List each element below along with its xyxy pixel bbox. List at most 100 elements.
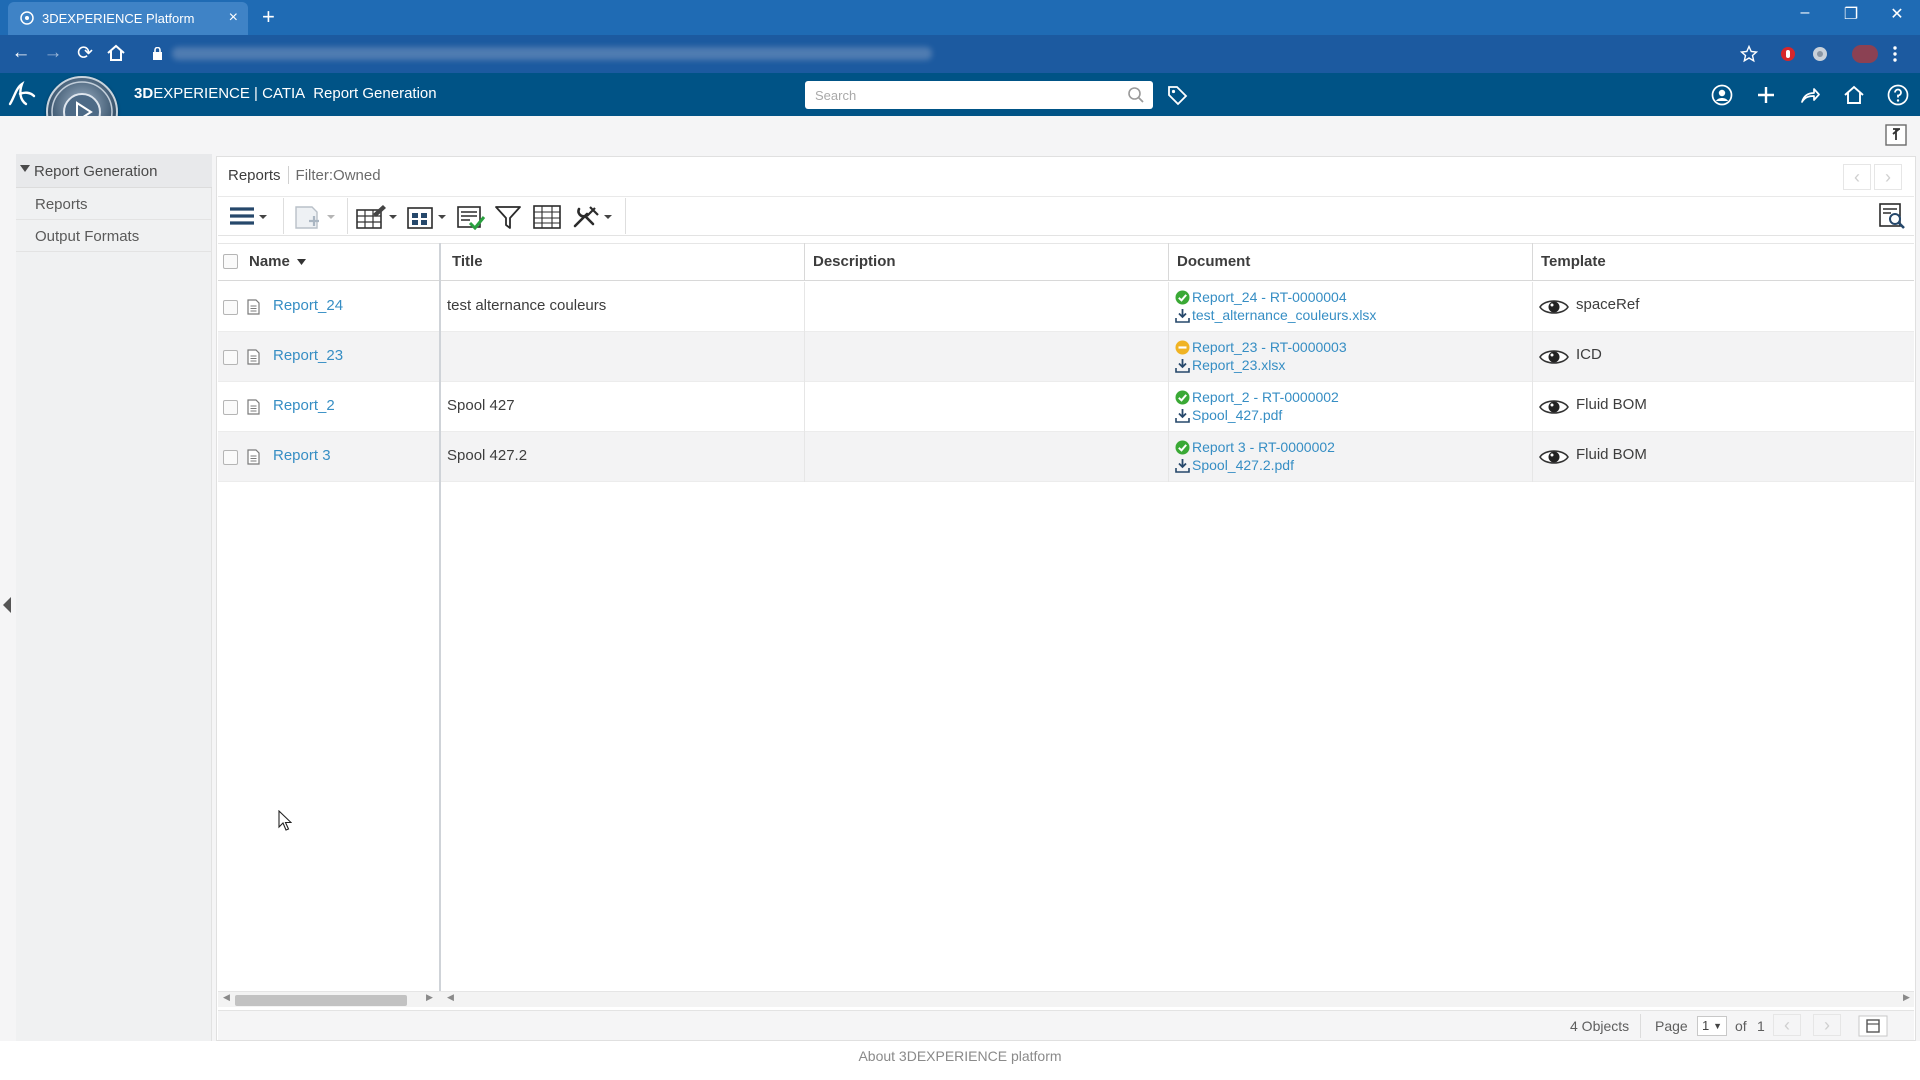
sidebar-item-report-generation[interactable]: Report Generation xyxy=(16,154,212,188)
template-name: spaceRef xyxy=(1576,296,1640,313)
edit-table-icon[interactable] xyxy=(355,204,399,230)
document-file-link[interactable]: test_alternance_couleurs.xlsx xyxy=(1192,307,1376,323)
table-row[interactable]: Report_2 Spool 427 Report_2 - RT-0000002… xyxy=(218,382,1914,432)
eye-icon[interactable] xyxy=(1539,347,1569,367)
search-icon[interactable] xyxy=(1127,86,1145,104)
row-checkbox[interactable] xyxy=(223,400,238,415)
scroll-right-icon[interactable]: ▶ xyxy=(426,992,433,1003)
scroll-left-icon[interactable]: ◀ xyxy=(447,992,454,1003)
reload-button[interactable]: ⟳ xyxy=(72,42,98,65)
report-name-link[interactable]: Report_24 xyxy=(273,297,343,314)
document-file-link[interactable]: Spool_427.2.pdf xyxy=(1192,457,1294,473)
page-next-icon[interactable]: › xyxy=(1813,1014,1841,1036)
table-row[interactable]: Report 3 Spool 427.2 Report 3 - RT-00000… xyxy=(218,432,1914,482)
document-link[interactable]: Report 3 - RT-0000002 xyxy=(1192,439,1335,455)
scroll-left-icon[interactable]: ◀ xyxy=(223,992,230,1003)
view-mode-icon[interactable] xyxy=(1858,1015,1888,1037)
bookmark-star-icon[interactable] xyxy=(1740,45,1758,63)
home-icon[interactable] xyxy=(106,44,126,62)
download-icon[interactable] xyxy=(1175,308,1190,323)
collapse-panel-icon[interactable] xyxy=(2,596,12,614)
download-icon[interactable] xyxy=(1175,458,1190,473)
document-link[interactable]: Report_2 - RT-0000002 xyxy=(1192,389,1339,405)
column-header-template[interactable]: Template xyxy=(1541,253,1606,270)
sidebar-item-output-formats[interactable]: Output Formats xyxy=(16,220,212,252)
sidebar-item-label: Output Formats xyxy=(35,228,140,245)
browser-tab[interactable]: 3DEXPERIENCE Platform × xyxy=(8,2,248,35)
validate-list-icon[interactable] xyxy=(456,204,486,230)
pin-panel-icon[interactable] xyxy=(1885,124,1907,146)
row-checkbox[interactable] xyxy=(223,450,238,465)
ds-logo-icon[interactable] xyxy=(6,80,38,110)
download-icon[interactable] xyxy=(1175,408,1190,423)
document-link[interactable]: Report_24 - RT-0000004 xyxy=(1192,289,1347,305)
column-header-description[interactable]: Description xyxy=(813,253,896,270)
minimize-button[interactable]: – xyxy=(1782,4,1828,22)
extension-red-icon[interactable] xyxy=(1780,46,1796,62)
frozen-column-divider[interactable] xyxy=(439,243,441,991)
forward-button[interactable]: → xyxy=(40,42,66,64)
tag-icon[interactable] xyxy=(1166,84,1188,106)
page-previous-icon[interactable]: ‹ xyxy=(1773,1014,1801,1036)
window-close-button[interactable]: ✕ xyxy=(1874,4,1920,24)
eye-icon[interactable] xyxy=(1539,297,1569,317)
column-header-name[interactable]: Name xyxy=(249,253,307,270)
select-all-checkbox[interactable] xyxy=(223,254,238,269)
table-row[interactable]: Report_23 Report_23 - RT-0000003 Report_… xyxy=(218,332,1914,382)
menu-icon[interactable] xyxy=(229,204,269,228)
extension-gray-icon[interactable] xyxy=(1812,46,1828,62)
filter-label[interactable]: Filter:Owned xyxy=(296,167,381,184)
filter-icon[interactable] xyxy=(494,204,522,230)
page-select[interactable]: 1 ▼ xyxy=(1697,1016,1727,1036)
row-checkbox[interactable] xyxy=(223,300,238,315)
advanced-search-icon[interactable] xyxy=(1878,202,1906,230)
breadcrumb-title: Reports xyxy=(228,167,281,184)
browser-menu-icon[interactable] xyxy=(1892,45,1898,63)
table-row[interactable]: Report_24 test alternance couleurs Repor… xyxy=(218,282,1914,332)
scroll-right-icon[interactable]: ▶ xyxy=(1903,992,1910,1003)
tools-icon[interactable] xyxy=(570,204,614,230)
column-header-title[interactable]: Title xyxy=(452,253,483,270)
sidebar-item-reports[interactable]: Reports xyxy=(16,188,212,220)
search-input[interactable] xyxy=(805,81,1105,109)
back-button[interactable]: ← xyxy=(8,42,34,64)
about-link[interactable]: About 3DEXPERIENCE platform xyxy=(0,1048,1920,1064)
row-checkbox[interactable] xyxy=(223,350,238,365)
new-document-icon[interactable] xyxy=(293,204,339,230)
sort-down-icon xyxy=(297,259,307,265)
of-label: of xyxy=(1735,1018,1747,1034)
horizontal-scrollbar[interactable] xyxy=(218,991,1914,1007)
next-arrow-icon[interactable]: › xyxy=(1874,164,1902,190)
breadcrumb: Reports Filter:Owned xyxy=(228,166,381,184)
fit-columns-icon[interactable] xyxy=(532,204,562,230)
restore-button[interactable]: ❐ xyxy=(1828,4,1874,24)
share-icon[interactable] xyxy=(1799,84,1821,106)
document-file-link[interactable]: Spool_427.pdf xyxy=(1192,407,1282,423)
template-name: Fluid BOM xyxy=(1576,446,1647,463)
url-text-blurred xyxy=(172,47,932,60)
report-name-link[interactable]: Report_23 xyxy=(273,347,343,364)
eye-icon[interactable] xyxy=(1539,447,1569,467)
layout-grid-icon[interactable] xyxy=(406,204,448,230)
tab-close-icon[interactable]: × xyxy=(229,9,238,27)
document-link[interactable]: Report_23 - RT-0000003 xyxy=(1192,339,1347,355)
total-pages: 1 xyxy=(1757,1018,1765,1034)
report-name-link[interactable]: Report 3 xyxy=(273,447,331,464)
help-icon[interactable] xyxy=(1887,84,1909,106)
user-profile-icon[interactable] xyxy=(1711,84,1733,106)
document-file-link[interactable]: Report_23.xlsx xyxy=(1192,357,1285,373)
home-dashboard-icon[interactable] xyxy=(1843,84,1865,106)
add-icon[interactable] xyxy=(1755,84,1777,106)
object-count: 4 Objects xyxy=(1570,1018,1630,1034)
scrollbar-thumb[interactable] xyxy=(235,995,407,1006)
sidebar-item-label: Reports xyxy=(35,196,88,213)
report-name-link[interactable]: Report_2 xyxy=(273,397,335,414)
template-name: Fluid BOM xyxy=(1576,396,1647,413)
previous-arrow-icon[interactable]: ‹ xyxy=(1843,164,1871,190)
status-pending-icon xyxy=(1175,340,1190,355)
eye-icon[interactable] xyxy=(1539,397,1569,417)
download-icon[interactable] xyxy=(1175,358,1190,373)
new-tab-button[interactable]: + xyxy=(262,4,275,30)
column-header-document[interactable]: Document xyxy=(1177,253,1250,270)
profile-avatar[interactable] xyxy=(1852,45,1878,63)
